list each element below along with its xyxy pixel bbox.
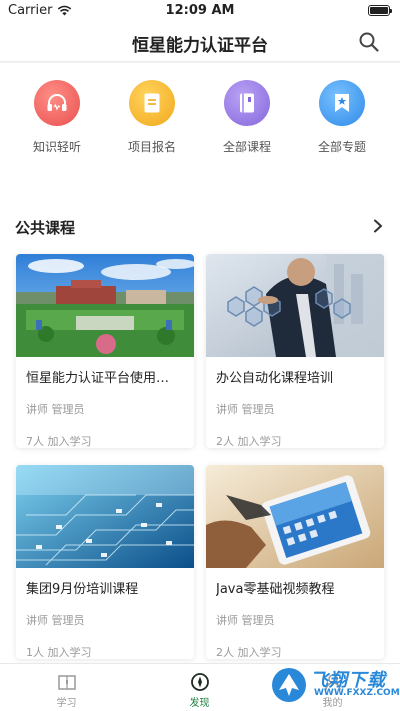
business-hexagon-photo: [206, 254, 384, 357]
course-teacher: 讲师 管理员: [26, 403, 85, 416]
search-icon[interactable]: [358, 31, 380, 53]
watermark-logo: [272, 668, 306, 702]
course-teacher: 讲师 管理员: [216, 403, 275, 416]
watermark-url: WWW.FXXZ.COM: [314, 688, 400, 698]
section-header[interactable]: 公共课程: [0, 193, 400, 253]
quick-item-topics[interactable]: 全部专题: [302, 80, 382, 155]
tab-label-learn: 学习: [56, 698, 77, 709]
watermark: 飞翔下载 WWW.FXXZ.COM: [264, 664, 400, 708]
course-students: 7人 加入学习: [26, 435, 92, 448]
section-title: 公共课程: [15, 219, 76, 237]
circuit-board-photo: [16, 465, 194, 568]
quick-label-listen: 知识轻听: [32, 140, 81, 154]
quick-label-courses: 全部课程: [222, 140, 271, 154]
chevron-right-icon[interactable]: [372, 219, 384, 233]
page-title: 恒星能力认证平台: [132, 36, 268, 56]
course-title: 集团9月份培训课程: [26, 582, 139, 597]
course-students: 1人 加入学习: [26, 646, 92, 659]
course-teacher: 讲师 管理员: [216, 614, 275, 627]
status-time: 12:09 AM: [165, 3, 235, 18]
course-title: 恒星能力认证平台使用…: [26, 371, 170, 386]
campus-photo: [16, 254, 194, 357]
tab-learn[interactable]: 学习: [0, 664, 133, 711]
book-icon: [224, 80, 270, 126]
tab-discover[interactable]: 发现: [133, 664, 266, 711]
quick-label-topics: 全部专题: [317, 140, 366, 154]
course-students: 2人 加入学习: [216, 435, 282, 448]
bookmark-star-icon: [319, 80, 365, 126]
course-teacher: 讲师 管理员: [26, 614, 85, 627]
course-card[interactable]: 办公自动化课程培训 讲师 管理员 2人 加入学习: [206, 254, 384, 448]
battery-icon: [368, 5, 392, 16]
quick-label-enroll: 项目报名: [127, 140, 176, 154]
course-card[interactable]: 集团9月份培训课程 讲师 管理员 1人 加入学习: [16, 465, 194, 659]
headphones-icon: [34, 80, 80, 126]
course-card[interactable]: Java零基础视频教程 讲师 管理员 2人 加入学习: [206, 465, 384, 659]
quick-menu: 知识轻听 项目报名 全部课程 全部专题: [0, 63, 400, 193]
course-students: 2人 加入学习: [216, 646, 282, 659]
book-open-icon: [57, 675, 76, 690]
public-courses-section: 公共课程 恒星能力认证平台使用… 讲师 管理员 7人 加入学习 办公自动化课程培…: [0, 193, 400, 663]
course-title: 办公自动化课程培训: [216, 371, 334, 386]
document-icon: [129, 80, 175, 126]
quick-item-courses[interactable]: 全部课程: [207, 80, 287, 155]
course-card[interactable]: 恒星能力认证平台使用… 讲师 管理员 7人 加入学习: [16, 254, 194, 448]
tablet-photo: [206, 465, 384, 568]
tab-label-discover: 发现: [189, 698, 210, 709]
compass-icon: [190, 673, 209, 691]
quick-item-enroll[interactable]: 项目报名: [112, 80, 192, 155]
status-bar: Carrier 12:09 AM: [0, 0, 400, 22]
quick-item-listen[interactable]: 知识轻听: [17, 80, 97, 155]
nav-bar: 恒星能力认证平台: [0, 22, 400, 62]
course-title: Java零基础视频教程: [216, 582, 335, 597]
